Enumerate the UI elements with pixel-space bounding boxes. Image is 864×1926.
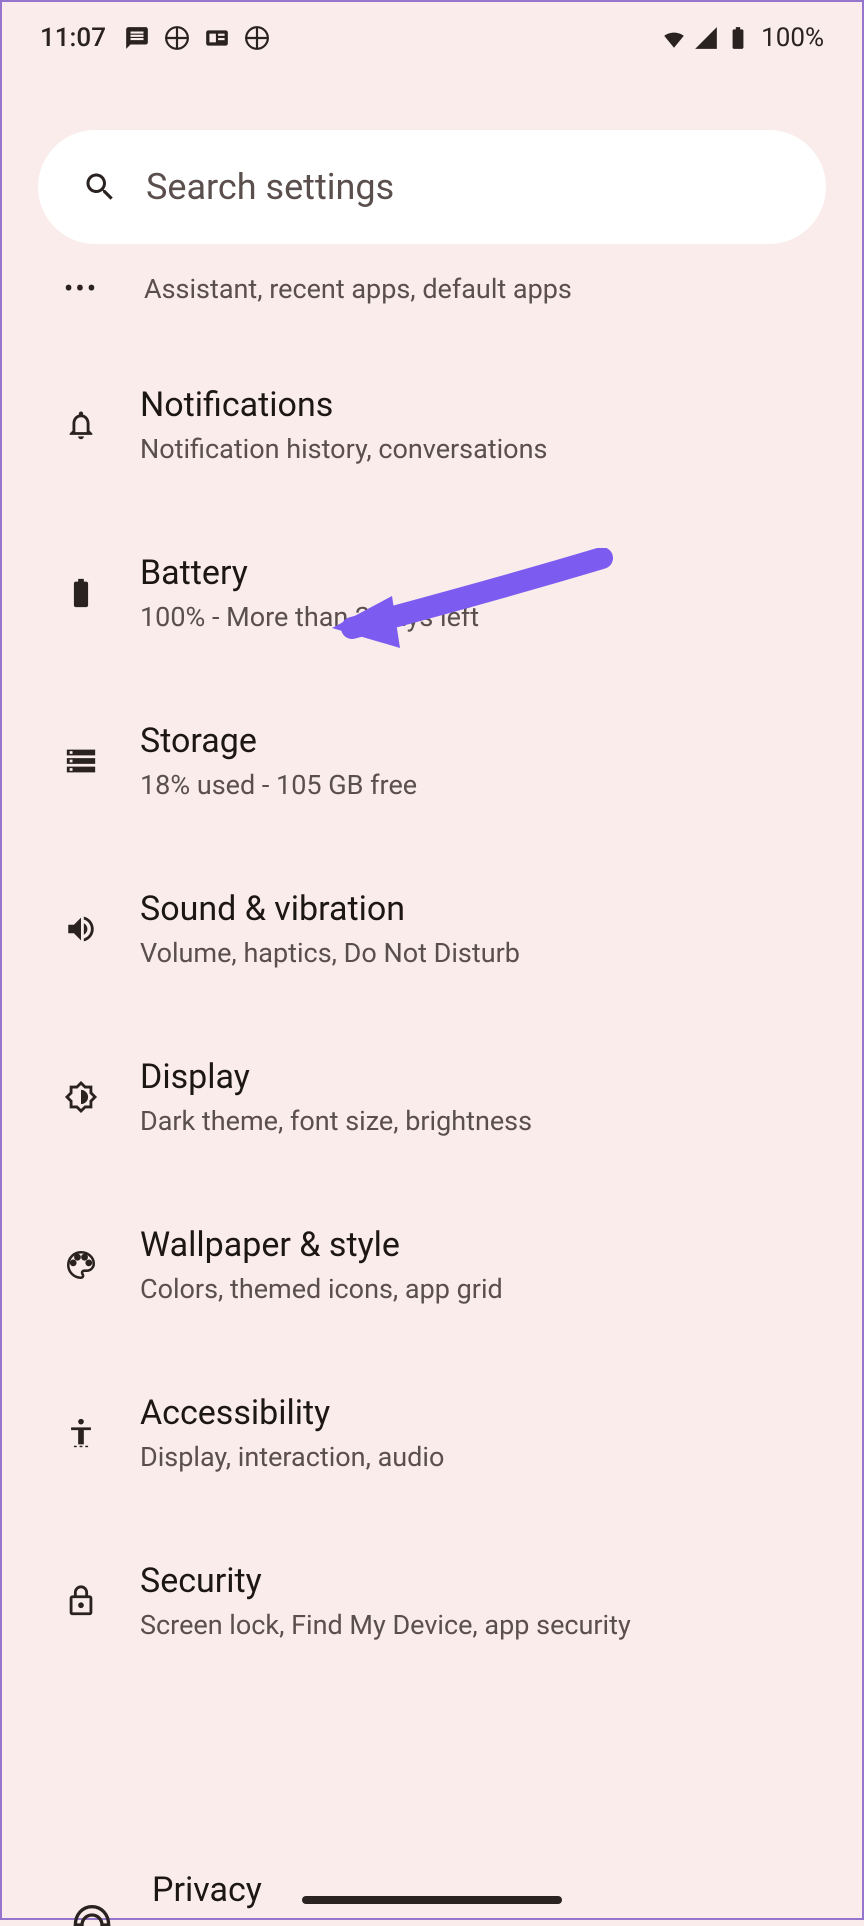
- search-icon: [82, 169, 118, 205]
- lock-icon: [62, 1582, 100, 1620]
- more-icon: •••: [62, 272, 100, 305]
- setting-title: Notifications: [140, 385, 547, 425]
- setting-title: Storage: [140, 721, 417, 761]
- message-icon: [124, 25, 150, 51]
- setting-subtitle: Notification history, conversations: [140, 433, 547, 465]
- settings-list: ••• Assistant, recent apps, default apps…: [2, 252, 862, 1685]
- wifi-icon: [661, 25, 687, 51]
- pinwheel-icon: [164, 25, 190, 51]
- setting-title: Battery: [140, 553, 479, 593]
- status-bar-left: 11:07: [40, 23, 270, 53]
- setting-item-privacy-partial[interactable]: Privacy: [152, 1870, 262, 1910]
- navigation-bar[interactable]: [302, 1896, 562, 1904]
- search-settings-bar[interactable]: Search settings: [38, 130, 826, 244]
- setting-title: Wallpaper & style: [140, 1225, 503, 1265]
- signal-icon: [693, 25, 719, 51]
- setting-subtitle: Display, interaction, audio: [140, 1441, 444, 1473]
- pinwheel-icon-2: [244, 25, 270, 51]
- setting-subtitle: Dark theme, font size, brightness: [140, 1105, 532, 1137]
- volume-icon: [62, 910, 100, 948]
- status-bar-right: 100%: [661, 23, 824, 53]
- status-bar: 11:07 100%: [2, 2, 862, 74]
- setting-subtitle: Assistant, recent apps, default apps: [144, 273, 572, 305]
- setting-item-battery[interactable]: Battery 100% - More than 2 days left: [38, 509, 826, 677]
- setting-item-notifications[interactable]: Notifications Notification history, conv…: [38, 341, 826, 509]
- setting-item-sound[interactable]: Sound & vibration Volume, haptics, Do No…: [38, 845, 826, 1013]
- setting-item-storage[interactable]: Storage 18% used - 105 GB free: [38, 677, 826, 845]
- setting-item-wallpaper[interactable]: Wallpaper & style Colors, themed icons, …: [38, 1181, 826, 1349]
- setting-item-apps-partial[interactable]: ••• Assistant, recent apps, default apps: [38, 252, 826, 341]
- news-icon: [204, 25, 230, 51]
- storage-icon: [62, 742, 100, 780]
- setting-subtitle: Volume, haptics, Do Not Disturb: [140, 937, 520, 969]
- setting-subtitle: 100% - More than 2 days left: [140, 601, 479, 633]
- setting-title: Sound & vibration: [140, 889, 520, 929]
- bell-icon: [62, 406, 100, 444]
- setting-title: Accessibility: [140, 1393, 444, 1433]
- battery-icon: [725, 25, 751, 51]
- accessibility-icon: [62, 1414, 100, 1452]
- search-placeholder: Search settings: [146, 166, 394, 208]
- setting-subtitle: Colors, themed icons, app grid: [140, 1273, 503, 1305]
- setting-subtitle: 18% used - 105 GB free: [140, 769, 417, 801]
- setting-item-security[interactable]: Security Screen lock, Find My Device, ap…: [38, 1517, 826, 1685]
- brightness-icon: [62, 1078, 100, 1116]
- notification-icons: [124, 25, 270, 51]
- battery-percentage: 100%: [761, 23, 824, 53]
- status-time: 11:07: [40, 23, 106, 53]
- setting-title: Security: [140, 1561, 631, 1601]
- setting-title: Display: [140, 1057, 532, 1097]
- battery-setting-icon: [62, 574, 100, 612]
- setting-subtitle: Screen lock, Find My Device, app securit…: [140, 1609, 631, 1641]
- setting-item-accessibility[interactable]: Accessibility Display, interaction, audi…: [38, 1349, 826, 1517]
- privacy-icon-partial: [72, 1904, 112, 1926]
- palette-icon: [62, 1246, 100, 1284]
- setting-item-display[interactable]: Display Dark theme, font size, brightnes…: [38, 1013, 826, 1181]
